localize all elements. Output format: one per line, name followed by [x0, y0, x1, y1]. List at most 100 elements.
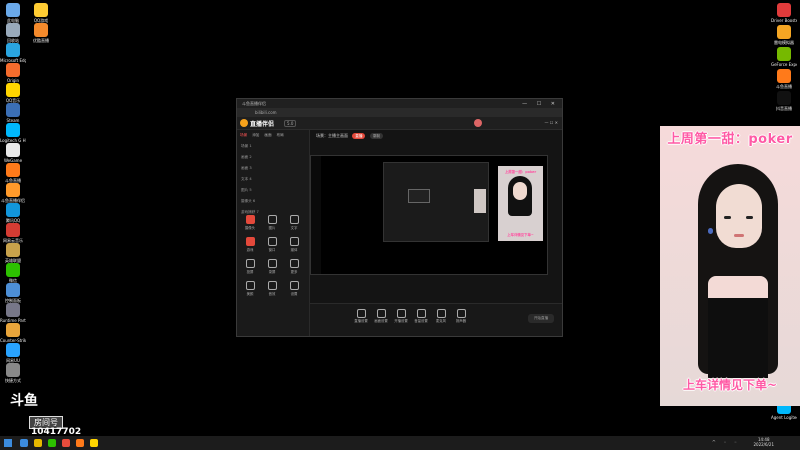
window-titlebar[interactable]: 斗鱼直播伴侣 — ☐ ✕: [237, 99, 562, 108]
desktop-icon[interactable]: 快捷方式: [0, 363, 26, 383]
system-tray[interactable]: ^ ◦ ◦: [712, 440, 740, 446]
tool-button[interactable]: 更多: [283, 256, 305, 278]
nested-preview: [383, 162, 489, 242]
sidebar-tabs: 场景 添加 画面 布局: [237, 130, 309, 141]
app-icon: [6, 183, 20, 197]
tool-label: 设置: [290, 292, 298, 296]
sidebar-tab[interactable]: 画面: [264, 133, 271, 137]
tool-button[interactable]: 摄像头: [239, 212, 261, 234]
desktop-icon[interactable]: Logitech G HUB: [0, 123, 26, 143]
taskbar-app-icon[interactable]: [76, 439, 84, 447]
scene-item[interactable]: 画面 2: [237, 152, 309, 163]
desktop-icon[interactable]: Runtime Party: [0, 303, 26, 323]
window-controls[interactable]: — ☐ ✕: [522, 100, 559, 109]
tool-button[interactable]: 设置: [283, 278, 305, 300]
eye-left: [724, 216, 731, 219]
taskbar-app-icon[interactable]: [90, 439, 98, 447]
desktop-icon[interactable]: 优酷直播: [28, 23, 54, 43]
tool-button[interactable]: 音效: [261, 278, 283, 300]
scene-item[interactable]: 图片 5: [237, 185, 309, 196]
windows-start-icon[interactable]: [4, 439, 12, 447]
desktop-icon[interactable]: GeForce Experience: [771, 47, 797, 67]
tool-button[interactable]: 文字: [283, 212, 305, 234]
desktop-icon[interactable]: 控制面板: [0, 283, 26, 303]
desktop-icon[interactable]: 英雄联盟: [0, 243, 26, 263]
desktop-icon[interactable]: 斗鱼直播伴侣: [0, 183, 26, 203]
app-icon: [6, 63, 20, 77]
tool-button[interactable]: 美颜: [239, 278, 261, 300]
preview-caption-bottom: 上车详情见下单~: [507, 233, 534, 237]
browser-tab[interactable]: bilibili.com: [237, 108, 562, 117]
live-pill[interactable]: 直播: [352, 133, 366, 139]
desktop-icon[interactable]: 微信: [0, 263, 26, 283]
tool-button[interactable]: 图片: [261, 212, 283, 234]
header-controls[interactable]: — ☐ ✕: [545, 120, 558, 125]
tool-label: 录屏: [268, 270, 276, 274]
desktop-icon[interactable]: 斗鱼直播: [0, 163, 26, 183]
app-icon: [777, 69, 791, 83]
desktop-icon-label: Agent Logitech: [771, 415, 797, 420]
bottom-tool-button[interactable]: 画面设置: [370, 309, 392, 323]
tool-icon: [289, 237, 299, 246]
bottom-tool-button[interactable]: 直播设置: [350, 309, 372, 323]
desktop-icon[interactable]: Driver Booster: [771, 3, 797, 23]
tool-button[interactable]: 录屏: [261, 256, 283, 278]
clock[interactable]: 14:48 2022/6/21: [753, 437, 774, 447]
scene-item[interactable]: 文本 4: [237, 174, 309, 185]
desktop-icon[interactable]: 腾讯QQ: [0, 203, 26, 223]
desktop-icon[interactable]: Steam: [0, 103, 26, 123]
desktop-icon[interactable]: QQ音乐: [0, 83, 26, 103]
clock-date: 2022/6/21: [753, 442, 774, 447]
preview-canvas[interactable]: 上周第一甜：poker 上车详情见下单~: [310, 155, 548, 275]
desktop-icon[interactable]: 雷电模拟器: [771, 25, 797, 45]
bottom-tool-button[interactable]: 扬声器: [450, 309, 472, 323]
desktop-icon[interactable]: Microsoft Edge: [0, 43, 26, 63]
desktop-icon[interactable]: Origin: [0, 63, 26, 83]
scene-list: 场景 1 画面 2 画面 3 文本 4 图片 5 摄像头 6 游戏捕获 7: [237, 141, 309, 218]
scene-sidebar: 场景 添加 画面 布局 场景 1 画面 2 画面 3 文本 4 图片 5 摄像头 6 游戏捕获 7…: [237, 130, 310, 336]
record-pill[interactable]: 录制: [369, 133, 383, 139]
avatar[interactable]: [474, 119, 482, 127]
tool-button[interactable]: 游戏: [239, 234, 261, 256]
tool-label: 更多: [290, 270, 298, 274]
desktop-icon[interactable]: 网易云音乐: [0, 223, 26, 243]
app-icon: [6, 363, 20, 377]
desktop-icon[interactable]: 斗鱼直播: [771, 69, 797, 89]
streaming-app-window[interactable]: 斗鱼直播伴侣 — ☐ ✕ bilibili.com 直播伴侣 5.0 — ☐ ✕…: [236, 98, 563, 337]
taskbar-app-icon[interactable]: [34, 439, 42, 447]
camera-overlay: 上周第一甜：poker 上车详情见下单~: [660, 126, 800, 406]
app-name: 直播伴侣: [250, 121, 275, 128]
sidebar-tab[interactable]: 布局: [277, 133, 284, 137]
desktop-icon[interactable]: 网易UU: [0, 343, 26, 363]
tool-button[interactable]: 投屏: [239, 256, 261, 278]
bottom-tool-label: 扬声器: [455, 319, 467, 323]
tool-button[interactable]: 窗口: [261, 234, 283, 256]
scene-item[interactable]: 摄像头 6: [237, 196, 309, 207]
scene-item[interactable]: 场景 1: [237, 141, 309, 152]
desktop-icon[interactable]: 回收站: [0, 23, 26, 43]
taskbar-app-icon[interactable]: [48, 439, 56, 447]
taskbar-app-icon[interactable]: [62, 439, 70, 447]
desktop-icon[interactable]: Counter-Strike: [0, 323, 26, 343]
preview-caption-top: 上周第一甜：poker: [504, 170, 537, 174]
app-icon: [6, 103, 20, 117]
scene-select[interactable]: 场景：主播主画面: [316, 133, 348, 138]
sidebar-tab[interactable]: 添加: [252, 133, 259, 137]
bottom-tool-button[interactable]: 麦克风: [430, 309, 452, 323]
bottom-tool-button[interactable]: 开播设置: [390, 309, 412, 323]
tool-button[interactable]: 媒体: [283, 234, 305, 256]
desktop-icon[interactable]: 抖音直播: [771, 91, 797, 111]
desktop-icon[interactable]: 此电脑: [0, 3, 26, 23]
desktop-icon[interactable]: QQ游戏: [28, 3, 54, 23]
bottom-tool-button[interactable]: 音量设置: [410, 309, 432, 323]
tool-icon: [267, 259, 277, 268]
app-icon: [6, 163, 20, 177]
scene-item[interactable]: 画面 3: [237, 163, 309, 174]
app-icon: [34, 3, 48, 17]
overlay-caption-bottom: 上车详情见下单~: [682, 378, 778, 392]
start-stream-button[interactable]: 开始直播: [528, 314, 554, 323]
sidebar-tab[interactable]: 场景: [240, 133, 247, 137]
taskbar-app-icon[interactable]: [20, 439, 28, 447]
desktop-icon[interactable]: WeGame: [0, 143, 26, 163]
desktop-icon-label: Driver Booster: [771, 18, 797, 23]
